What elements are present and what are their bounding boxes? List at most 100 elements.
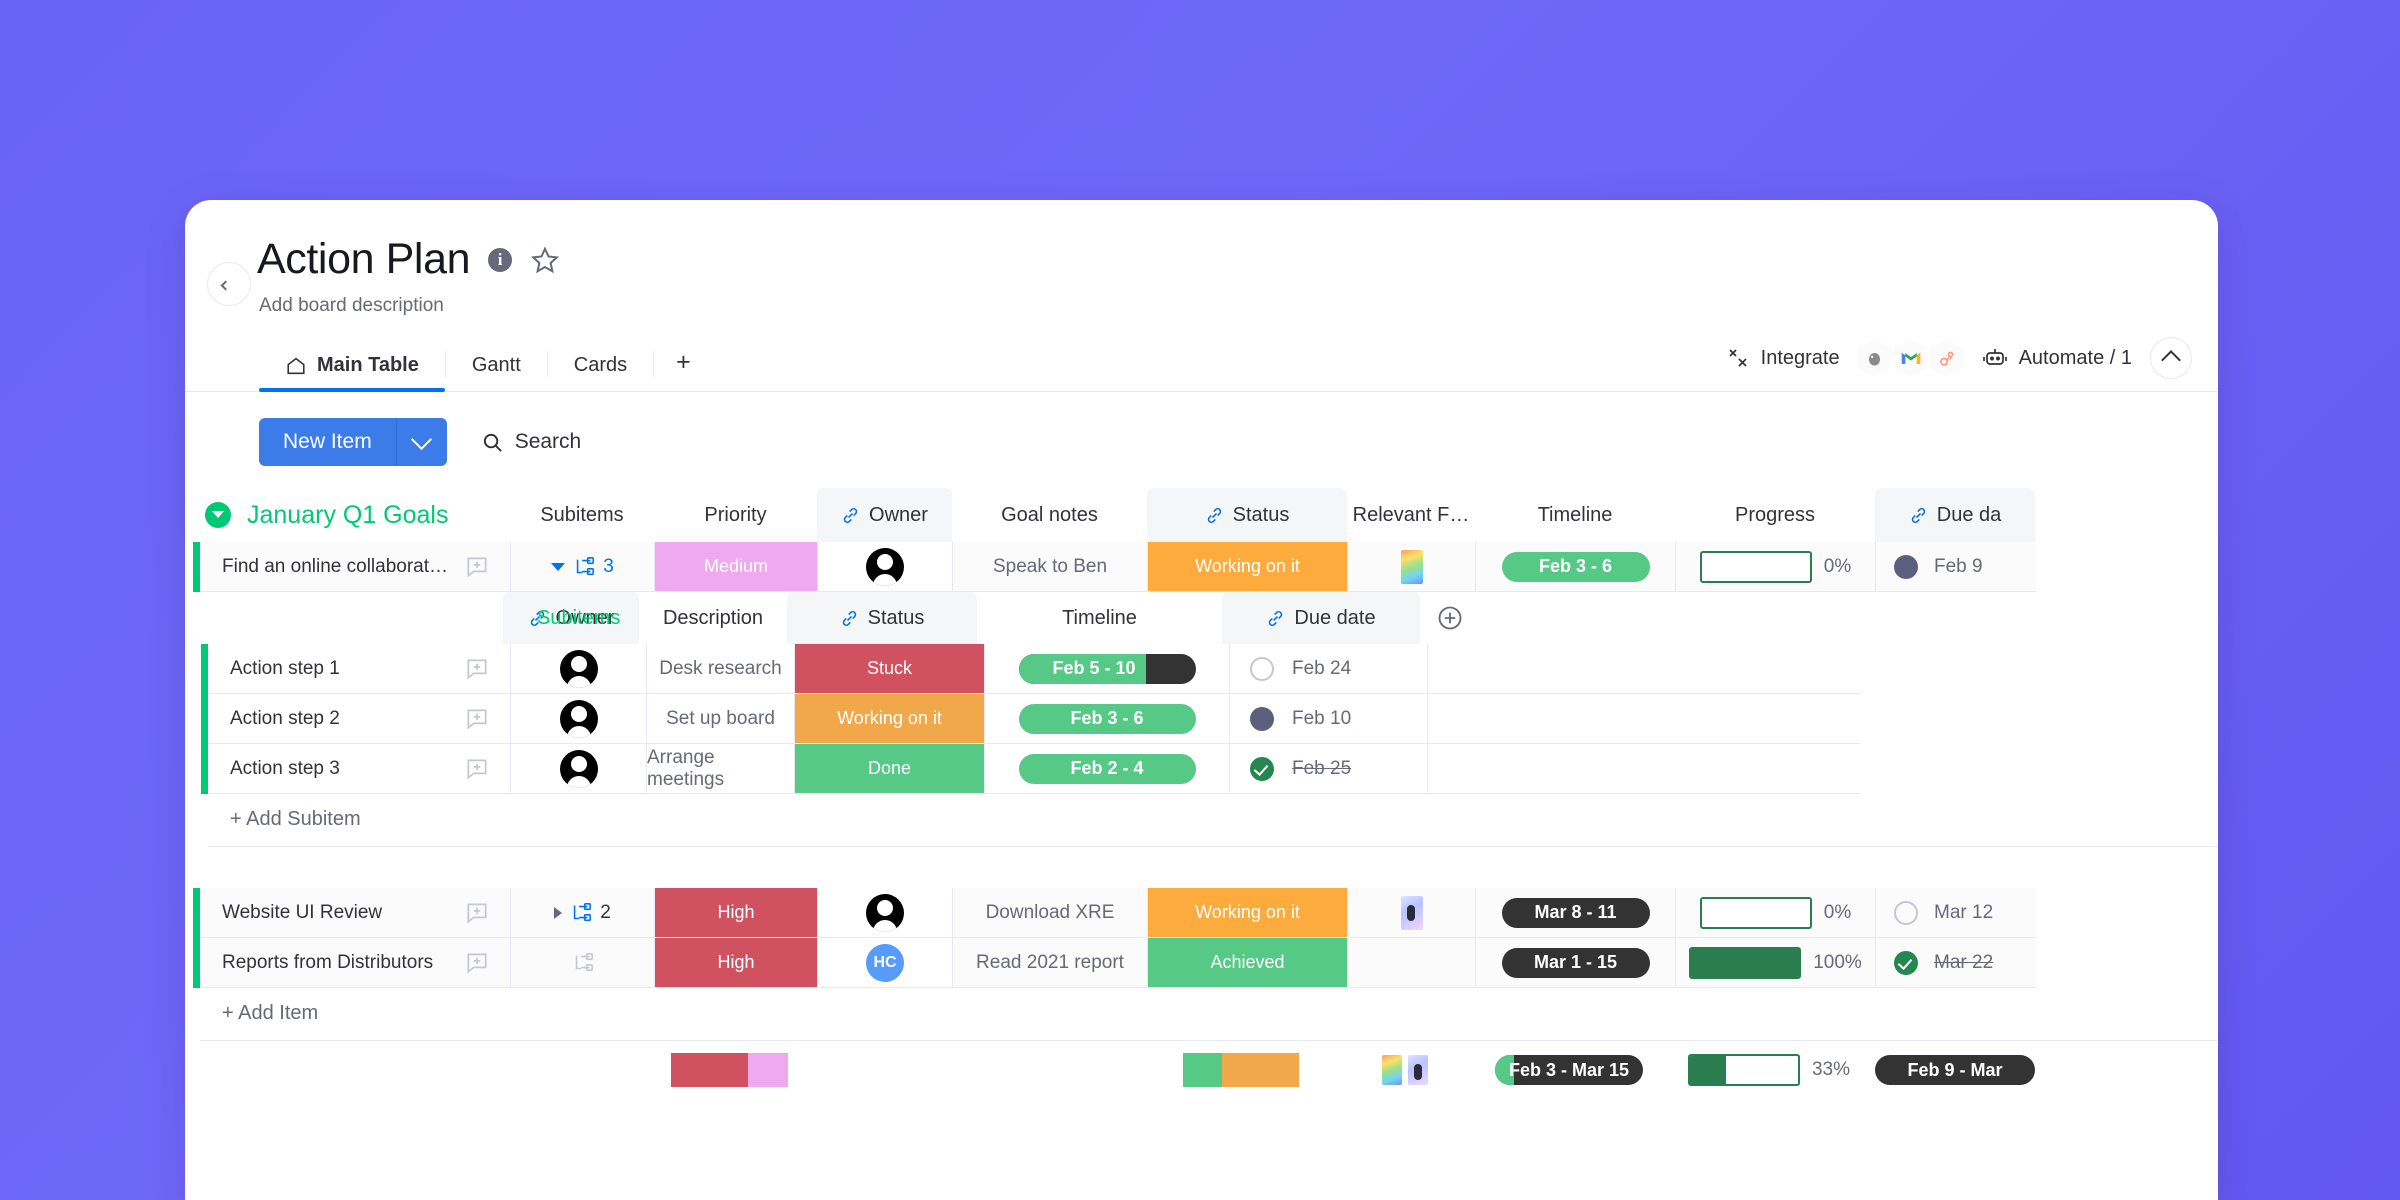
star-icon[interactable] <box>530 245 560 275</box>
subcolumn-header-description[interactable]: Description <box>639 592 787 644</box>
collapse-header-button[interactable] <box>2150 337 2192 379</box>
automate-button[interactable]: Automate / 1 <box>1982 346 2132 370</box>
row-priority-cell[interactable]: High <box>655 938 818 988</box>
add-item-row[interactable]: + Add Item <box>193 988 2218 1041</box>
new-item-dropdown[interactable] <box>396 418 447 466</box>
add-update-icon[interactable] <box>464 756 490 782</box>
due-date-status-icon[interactable] <box>1250 756 1274 781</box>
subitem-status-cell[interactable]: Done <box>795 744 985 794</box>
add-view-button[interactable]: + <box>654 348 713 391</box>
row-files-cell[interactable] <box>1348 938 1476 988</box>
row-due-date-cell[interactable]: Mar 22 <box>1876 938 2036 988</box>
row-subitems-cell[interactable]: 3 <box>511 542 655 592</box>
row-timeline-cell[interactable]: Feb 3 - 6 <box>1476 542 1676 592</box>
row-owner-cell[interactable]: HC <box>818 938 953 988</box>
timeline-bar[interactable]: Mar 8 - 11 <box>1501 897 1650 928</box>
subcolumn-header-status[interactable]: Status <box>787 592 977 644</box>
row-files-cell[interactable] <box>1348 542 1476 592</box>
due-date-status-icon[interactable] <box>1894 950 1918 975</box>
column-header-relevant-files[interactable]: Relevant F… <box>1347 488 1475 542</box>
subitem-row[interactable]: Action step 3 Arrange meetings Done Feb … <box>201 744 2218 794</box>
new-item-button[interactable]: New Item <box>259 418 447 466</box>
row-owner-cell[interactable] <box>818 888 953 938</box>
subitem-name-cell[interactable]: Action step 2 <box>208 694 511 744</box>
column-header-goal-notes[interactable]: Goal notes <box>952 488 1147 542</box>
column-header-priority[interactable]: Priority <box>654 488 817 542</box>
row-timeline-cell[interactable]: Mar 8 - 11 <box>1476 888 1676 938</box>
row-subitems-cell[interactable] <box>511 938 655 988</box>
row-due-date-cell[interactable]: Mar 12 <box>1876 888 2036 938</box>
subitem-due-date-cell[interactable]: Feb 24 <box>1230 644 1428 694</box>
subitem-timeline-cell[interactable]: Feb 3 - 6 <box>985 694 1230 744</box>
subitem-name-cell[interactable]: Action step 1 <box>208 644 511 694</box>
timeline-bar[interactable]: Feb 2 - 4 <box>1018 753 1196 784</box>
tab-main-table[interactable]: Main Table <box>259 354 445 392</box>
subitem-timeline-cell[interactable]: Feb 2 - 4 <box>985 744 1230 794</box>
tab-gantt[interactable]: Gantt <box>446 354 547 391</box>
column-header-timeline[interactable]: Timeline <box>1475 488 1675 542</box>
subitem-timeline-cell[interactable]: Feb 5 - 10 <box>985 644 1230 694</box>
subitem-status-cell[interactable]: Working on it <box>795 694 985 744</box>
subitem-owner-cell[interactable] <box>511 694 647 744</box>
mailchimp-icon[interactable] <box>1857 339 1892 377</box>
row-status-cell[interactable]: Working on it <box>1148 888 1348 938</box>
hubspot-icon[interactable] <box>1929 339 1964 377</box>
row-timeline-cell[interactable]: Mar 1 - 15 <box>1476 938 1676 988</box>
row-progress-cell[interactable]: 100% <box>1676 938 1876 988</box>
table-row[interactable]: Find an online collaborat… 3 Medium Spea… <box>193 542 2218 592</box>
progress-bar[interactable] <box>1699 896 1812 929</box>
due-date-status-icon[interactable] <box>1250 656 1274 681</box>
add-update-icon[interactable] <box>464 554 490 580</box>
subitem-description-cell[interactable]: Desk research <box>647 644 795 694</box>
row-status-cell[interactable]: Achieved <box>1148 938 1348 988</box>
row-name-cell[interactable]: Find an online collaborat… <box>200 542 511 592</box>
column-header-progress[interactable]: Progress <box>1675 488 1875 542</box>
due-date-status-icon[interactable] <box>1894 900 1918 925</box>
table-row[interactable]: Website UI Review 2 High Download XRE Wo… <box>193 888 2218 938</box>
due-date-status-icon[interactable] <box>1250 706 1274 731</box>
summary-due-date[interactable]: Feb 9 - Mar <box>1869 1040 2035 1100</box>
group-collapse-icon[interactable] <box>205 502 231 528</box>
summary-progress[interactable]: 33% <box>1669 1040 1869 1100</box>
group-header[interactable]: January Q1 Goals <box>185 487 510 543</box>
table-row[interactable]: Reports from Distributors High HC Read 2… <box>193 938 2218 988</box>
search-button[interactable]: Search <box>481 430 581 454</box>
avatar[interactable]: HC <box>866 943 904 982</box>
column-header-due-date[interactable]: Due da <box>1875 488 2035 542</box>
subitem-status-cell[interactable]: Stuck <box>795 644 985 694</box>
subcolumn-header-timeline[interactable]: Timeline <box>977 592 1222 644</box>
file-thumbnail-rainbow[interactable] <box>1400 549 1423 584</box>
row-priority-cell[interactable]: Medium <box>655 542 818 592</box>
avatar[interactable] <box>559 749 598 788</box>
integrate-button[interactable]: Integrate <box>1726 346 1840 370</box>
column-header-status[interactable]: Status <box>1147 488 1347 542</box>
avatar[interactable] <box>866 893 904 932</box>
row-priority-cell[interactable]: High <box>655 888 818 938</box>
subitem-row[interactable]: Action step 2 Set up board Working on it… <box>201 694 2218 744</box>
timeline-bar[interactable]: Feb 5 - 10 <box>1018 653 1196 684</box>
gmail-icon[interactable] <box>1893 339 1928 377</box>
row-owner-cell[interactable] <box>818 542 953 592</box>
row-subitems-cell[interactable]: 2 <box>511 888 655 938</box>
chevron-right-icon[interactable] <box>554 906 563 919</box>
add-update-icon[interactable] <box>464 706 490 732</box>
column-header-owner[interactable]: Owner <box>817 488 952 542</box>
back-button[interactable] <box>207 262 251 306</box>
row-name-cell[interactable]: Reports from Distributors <box>200 938 511 988</box>
add-update-icon[interactable] <box>464 656 490 682</box>
subitem-owner-cell[interactable] <box>511 744 647 794</box>
board-description[interactable]: Add board description <box>185 295 2218 317</box>
subitem-name-cell[interactable]: Action step 3 <box>208 744 511 794</box>
timeline-bar[interactable]: Feb 3 - 6 <box>1501 551 1650 582</box>
progress-bar[interactable] <box>1699 550 1812 583</box>
add-update-icon[interactable] <box>464 950 490 976</box>
subitem-description-cell[interactable]: Arrange meetings <box>647 744 795 794</box>
subitem-count[interactable]: 3 <box>551 556 614 578</box>
progress-bar[interactable] <box>1689 946 1802 979</box>
timeline-bar[interactable]: Feb 3 - 6 <box>1018 703 1196 734</box>
avatar[interactable] <box>559 649 598 688</box>
subitem-description-cell[interactable]: Set up board <box>647 694 795 744</box>
row-status-cell[interactable]: Working on it <box>1148 542 1348 592</box>
row-progress-cell[interactable]: 0% <box>1676 542 1876 592</box>
subitem-due-date-cell[interactable]: Feb 25 <box>1230 744 1428 794</box>
